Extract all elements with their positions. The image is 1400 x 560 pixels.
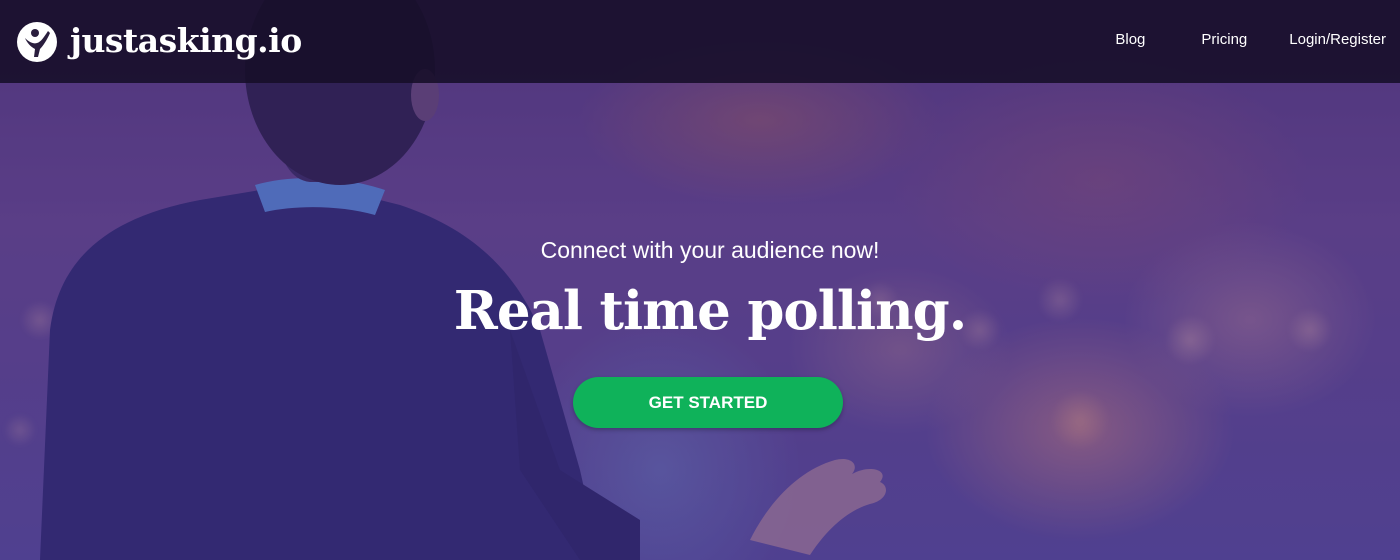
hero-tagline: Connect with your audience now! — [540, 237, 880, 263]
nav-link-pricing[interactable]: Pricing — [1201, 31, 1247, 48]
nav-links: Blog Pricing Login/Register — [1115, 31, 1386, 48]
hero-content: Connect with your audience now! Real tim… — [0, 0, 1400, 560]
brand-link[interactable]: justasking.io — [16, 21, 302, 63]
hero-section: justasking.io Blog Pricing Login/Registe… — [0, 0, 1400, 560]
nav-link-blog[interactable]: Blog — [1115, 31, 1145, 48]
brand-name: justasking.io — [70, 21, 302, 60]
navbar: justasking.io Blog Pricing Login/Registe… — [0, 0, 1400, 83]
justasking-logo-icon — [17, 21, 57, 62]
nav-link-login-register[interactable]: Login/Register — [1289, 31, 1386, 48]
hero-headline: Real time polling. — [453, 280, 967, 342]
get-started-button[interactable]: GET STARTED — [573, 377, 843, 428]
